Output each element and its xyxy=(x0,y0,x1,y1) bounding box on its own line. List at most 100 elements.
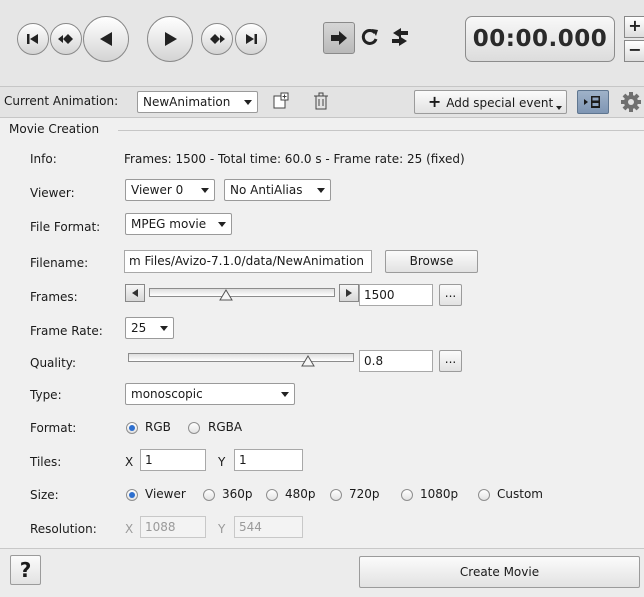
skip-to-end-icon xyxy=(246,34,257,44)
triangle-right-icon xyxy=(346,289,352,297)
filename-input[interactable]: m Files/Avizo-7.1.0/data/NewAnimation xyxy=(124,250,372,273)
size-option-1080p: 1080p xyxy=(420,487,459,501)
size-option-480p: 480p xyxy=(285,487,316,501)
frames-decrement-button[interactable] xyxy=(125,284,145,302)
format-radio-rgba[interactable] xyxy=(188,422,200,434)
browse-button[interactable]: Browse xyxy=(385,250,478,273)
arrow-right-icon xyxy=(331,31,347,45)
new-animation-icon[interactable] xyxy=(272,92,290,110)
play-forward-button[interactable] xyxy=(147,16,193,62)
frame-rate-value: 25 xyxy=(131,321,147,335)
frames-label: Frames: xyxy=(30,290,78,304)
add-special-event-button[interactable]: + Add special event xyxy=(414,90,567,114)
quality-slider[interactable] xyxy=(125,347,357,369)
diamond-left-icon xyxy=(58,34,73,44)
chevron-down-icon xyxy=(160,326,168,331)
size-radio-360p[interactable] xyxy=(203,489,215,501)
animation-toolbar: Current Animation: NewAnimation + Add spe… xyxy=(0,86,644,118)
gear-icon[interactable] xyxy=(620,91,642,113)
loop-mode-button[interactable] xyxy=(355,22,385,52)
filename-label: Filename: xyxy=(30,256,89,270)
info-value: Frames: 1500 - Total time: 60.0 s - Fram… xyxy=(124,152,465,166)
resolution-label: Resolution: xyxy=(30,522,97,536)
type-dropdown[interactable]: monoscopic xyxy=(125,383,295,405)
size-radio-custom[interactable] xyxy=(478,489,490,501)
info-label: Info: xyxy=(30,152,57,166)
time-increase-button[interactable]: + xyxy=(624,16,644,38)
quality-label: Quality: xyxy=(30,356,77,370)
viewer-value: Viewer 0 xyxy=(131,183,184,197)
format-option-rgb: RGB xyxy=(145,420,171,434)
chevron-down-icon xyxy=(218,222,226,227)
delete-animation-icon[interactable] xyxy=(313,92,329,110)
current-animation-label: Current Animation: xyxy=(4,94,119,108)
antialias-dropdown[interactable]: No AntiAlias xyxy=(224,179,331,201)
type-value: monoscopic xyxy=(131,387,203,401)
format-radio-rgb[interactable] xyxy=(126,422,138,434)
tiles-y-input[interactable]: 1 xyxy=(234,449,303,471)
tiles-x-input[interactable]: 1 xyxy=(140,449,206,471)
tiles-label: Tiles: xyxy=(30,455,62,469)
antialias-value: No AntiAlias xyxy=(230,183,303,197)
file-format-label: File Format: xyxy=(30,220,101,234)
go-to-end-button[interactable] xyxy=(235,23,267,55)
size-option-custom: Custom xyxy=(497,487,543,501)
triangle-left-icon xyxy=(132,289,138,297)
current-animation-value: NewAnimation xyxy=(143,95,231,109)
frame-rate-label: Frame Rate: xyxy=(30,324,103,338)
triangle-left-icon xyxy=(100,32,112,46)
diamond-right-icon xyxy=(210,34,225,44)
tiles-y-label: Y xyxy=(218,455,226,469)
resolution-x-input: 1088 xyxy=(140,516,206,538)
file-format-value: MPEG movie xyxy=(131,217,207,231)
next-keyframe-button[interactable] xyxy=(201,23,233,55)
frames-slider-thumb[interactable] xyxy=(218,289,233,301)
play-icon xyxy=(165,32,177,46)
format-option-rgba: RGBA xyxy=(208,420,243,434)
size-label: Size: xyxy=(30,488,59,502)
step-backward-button[interactable] xyxy=(83,16,129,62)
group-divider xyxy=(118,130,644,131)
go-to-start-button[interactable] xyxy=(17,23,49,55)
resolution-y-label: Y xyxy=(218,522,226,536)
transport-bar: 00:00.000 + − xyxy=(0,0,644,86)
current-animation-dropdown[interactable]: NewAnimation xyxy=(137,91,258,113)
frame-rate-dropdown[interactable]: 25 xyxy=(125,317,174,339)
filmstrip-icon xyxy=(584,96,600,108)
chevron-down-icon xyxy=(556,106,562,110)
frames-input[interactable]: 1500 xyxy=(359,284,433,306)
resolution-y-input: 544 xyxy=(234,516,303,538)
create-movie-button[interactable]: Create Movie xyxy=(359,556,640,588)
file-format-dropdown[interactable]: MPEG movie xyxy=(125,213,232,235)
swing-mode-button[interactable] xyxy=(385,22,415,52)
size-radio-720p[interactable] xyxy=(330,489,342,501)
group-title: Movie Creation xyxy=(9,122,104,136)
size-radio-480p[interactable] xyxy=(266,489,278,501)
type-label: Type: xyxy=(30,388,62,402)
plus-icon: + xyxy=(427,92,442,111)
quality-slider-thumb[interactable] xyxy=(300,355,315,367)
time-display[interactable]: 00:00.000 xyxy=(465,16,615,62)
size-option-viewer: Viewer xyxy=(145,487,186,501)
previous-keyframe-button[interactable] xyxy=(50,23,82,55)
chevron-down-icon xyxy=(244,100,252,105)
bottom-bar: ? Create Movie xyxy=(0,548,644,597)
size-radio-1080p[interactable] xyxy=(401,489,413,501)
viewer-dropdown[interactable]: Viewer 0 xyxy=(125,179,215,201)
frames-increment-button[interactable] xyxy=(339,284,359,302)
quality-more-button[interactable]: ... xyxy=(439,350,462,372)
tiles-x-label: X xyxy=(125,455,134,469)
frames-slider[interactable] xyxy=(147,283,337,303)
filmstrip-toggle-button[interactable] xyxy=(577,90,609,114)
help-button[interactable]: ? xyxy=(10,555,41,585)
quality-input[interactable]: 0.8 xyxy=(359,350,433,372)
frames-more-button[interactable]: ... xyxy=(439,284,462,306)
time-decrease-button[interactable]: − xyxy=(624,40,644,62)
size-radio-viewer[interactable] xyxy=(126,489,138,501)
skip-to-start-icon xyxy=(27,34,38,44)
format-label: Format: xyxy=(30,421,77,435)
size-option-360p: 360p xyxy=(222,487,253,501)
viewer-label: Viewer: xyxy=(30,186,75,200)
size-option-720p: 720p xyxy=(349,487,380,501)
play-once-mode-button[interactable] xyxy=(323,22,355,54)
